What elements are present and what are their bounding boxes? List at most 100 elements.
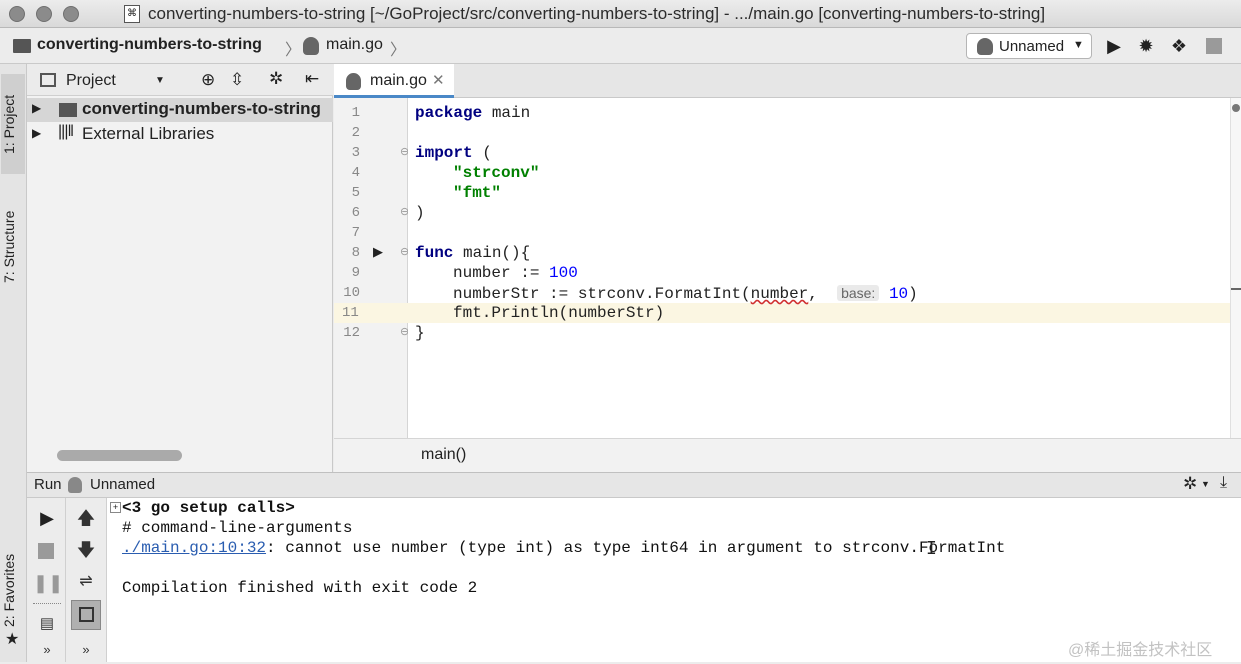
run-toolbar-primary: ▶ ❚❚ ▤ » xyxy=(27,498,66,662)
run-icon[interactable]: ▶ xyxy=(1103,36,1125,56)
expand-icon[interactable]: + xyxy=(110,502,121,513)
line-number: 11 xyxy=(334,303,408,323)
scroll-to-end-icon xyxy=(79,607,94,622)
code-line-10: numberStr := strconv.FormatInt(number, b… xyxy=(453,285,918,303)
tab-label: main.go xyxy=(370,72,427,89)
breadcrumb-file[interactable]: main.go xyxy=(326,36,383,54)
line-number: 4 xyxy=(351,165,360,181)
stop-icon[interactable] xyxy=(1206,38,1222,54)
code-line-6: ) xyxy=(415,204,425,222)
gopher-icon xyxy=(303,37,319,55)
window-title: converting-numbers-to-string [~/GoProjec… xyxy=(148,4,1046,23)
editor-tab-bar: main.go ✕ xyxy=(334,64,1241,98)
down-arrow-icon[interactable]: 🡇 xyxy=(72,536,100,564)
file-icon: ⌘ xyxy=(124,5,140,23)
layout-icon[interactable]: ▤ xyxy=(33,610,61,638)
run-configuration-select[interactable]: Unnamed ▼ xyxy=(966,33,1092,59)
gear-icon[interactable]: ✲ xyxy=(1183,474,1197,494)
gear-icon[interactable]: ✲ xyxy=(269,69,283,89)
line-number: 12 xyxy=(343,325,360,341)
code-line-4: "strconv" xyxy=(453,164,540,182)
folder-icon xyxy=(59,103,77,117)
project-view-dropdown[interactable]: Project xyxy=(66,72,116,90)
gopher-icon xyxy=(346,73,361,90)
tree-item-label: External Libraries xyxy=(82,124,215,143)
star-icon: ★ xyxy=(5,631,20,648)
horizontal-scrollbar[interactable] xyxy=(57,450,182,461)
chevron-down-icon: ▼ xyxy=(1201,479,1210,489)
more-icon[interactable]: » xyxy=(72,636,100,664)
soft-wrap-icon[interactable]: ⇌ xyxy=(72,568,100,596)
console-finish-line: Compilation finished with exit code 2 xyxy=(122,579,478,597)
close-window-button[interactable] xyxy=(9,6,25,22)
tree-item-label: converting-numbers-to-string xyxy=(82,99,321,118)
chevron-right-icon: 〉 xyxy=(285,42,302,59)
pause-icon[interactable]: ❚❚ xyxy=(33,569,63,597)
close-icon[interactable]: ✕ xyxy=(432,71,445,89)
console-error-line: ./main.go:10:32: cannot use number (type… xyxy=(122,539,1006,557)
line-number: 7 xyxy=(351,225,360,241)
line-number: 10 xyxy=(343,285,360,301)
more-icon[interactable]: » xyxy=(33,636,61,664)
editor-gutter: 1 2 3 4 5 6 7 8 9 10 11 12 ▶ ⊖ ⊖ ⊖ ⊖ xyxy=(334,98,409,438)
code-editor[interactable]: package main import ( "strconv" "fmt" ) … xyxy=(408,98,1230,438)
run-toolbar-secondary: 🡅 🡇 ⇌ » xyxy=(66,498,107,662)
coverage-icon[interactable]: ❖ xyxy=(1168,36,1190,56)
code-line-9: number := 100 xyxy=(453,264,578,282)
run-gutter-icon[interactable]: ▶ xyxy=(373,244,383,260)
expand-arrow-icon[interactable]: ▶ xyxy=(32,101,41,115)
gopher-icon xyxy=(68,477,82,493)
line-number: 2 xyxy=(351,125,360,141)
library-icon: |||‖ xyxy=(58,123,74,140)
project-panel: Project ▼ ⊕ ⇳ ✲ ⇤ ▶ converting-numbers-t… xyxy=(27,64,333,472)
code-line-11: fmt.Println(numberStr) xyxy=(453,304,665,322)
navigation-bar: converting-numbers-to-string 〉 main.go 〉… xyxy=(0,28,1241,64)
up-arrow-icon[interactable]: 🡅 xyxy=(72,504,100,532)
scroll-to-end-button[interactable] xyxy=(71,600,101,630)
tree-item-project[interactable]: ▶ converting-numbers-to-string xyxy=(27,98,333,122)
tree-item-external-libraries[interactable]: ▶ |||‖ External Libraries xyxy=(27,123,333,147)
stop-icon[interactable] xyxy=(38,543,54,559)
run-panel-header: Run Unnamed ✲ ▼ ⤓ xyxy=(27,472,1241,498)
error-stripe-marker[interactable] xyxy=(1231,288,1241,290)
line-number: 5 xyxy=(351,185,360,201)
project-panel-header: Project ▼ ⊕ ⇳ ✲ ⇤ xyxy=(27,64,333,96)
parameter-hint: base: xyxy=(837,285,880,301)
run-configuration-label: Unnamed xyxy=(999,38,1065,55)
project-view-icon xyxy=(40,73,56,87)
code-line-5: "fmt" xyxy=(453,184,502,202)
console-setup-calls[interactable]: <3 go setup calls> xyxy=(122,498,295,518)
line-number: 1 xyxy=(351,105,360,121)
watermark: @稀土掘金技术社区 xyxy=(1068,642,1213,659)
run-config-tab[interactable]: Unnamed xyxy=(90,476,155,493)
left-tool-strip: 1: Project 7: Structure 2: Favorites ★ xyxy=(0,64,27,662)
rerun-icon[interactable]: ▶ xyxy=(33,504,61,532)
line-number: 8 xyxy=(351,245,360,261)
line-number: 9 xyxy=(351,265,360,281)
code-line-3: import ( xyxy=(415,144,492,162)
code-line-1: package main xyxy=(415,104,531,122)
code-breadcrumb-bar: main() xyxy=(334,438,1241,472)
locate-icon[interactable]: ⊕ xyxy=(201,70,215,90)
line-number: 6 xyxy=(351,205,360,221)
chevron-down-icon: ▼ xyxy=(155,75,165,86)
tab-structure[interactable]: 7: Structure xyxy=(1,192,25,302)
zoom-window-button[interactable] xyxy=(63,6,79,22)
chevron-right-icon: 〉 xyxy=(390,42,407,59)
error-location-link[interactable]: ./main.go:10:32 xyxy=(122,539,266,557)
breadcrumb-project[interactable]: converting-numbers-to-string xyxy=(37,36,262,54)
function-breadcrumb[interactable]: main() xyxy=(421,446,466,464)
inspection-status-icon[interactable] xyxy=(1232,104,1240,112)
collapse-all-icon[interactable]: ⇳ xyxy=(230,70,244,90)
toolbar-divider xyxy=(33,603,61,604)
tab-project[interactable]: 1: Project xyxy=(1,74,25,174)
debug-icon[interactable]: ✹ xyxy=(1135,36,1157,56)
hide-panel-icon[interactable]: ⤓ xyxy=(1220,474,1227,492)
minimize-window-button[interactable] xyxy=(36,6,52,22)
hide-panel-icon[interactable]: ⇤ xyxy=(305,69,319,89)
expand-arrow-icon[interactable]: ▶ xyxy=(32,126,41,140)
tab-main-go[interactable]: main.go ✕ xyxy=(334,64,454,98)
editor-scrollbar[interactable] xyxy=(1230,98,1241,438)
run-panel-label: Run xyxy=(34,476,62,493)
tab-favorites[interactable]: 2: Favorites xyxy=(1,540,25,640)
